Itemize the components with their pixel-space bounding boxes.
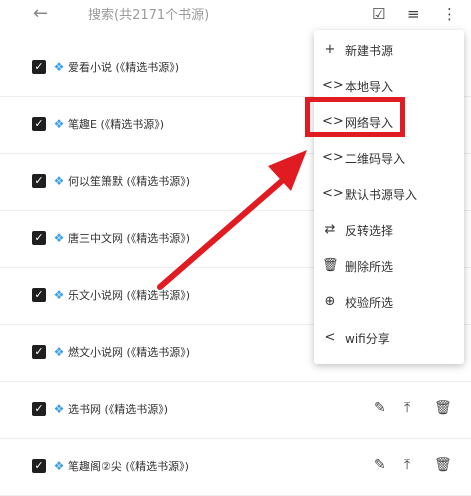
annotation-arrow xyxy=(157,150,307,290)
source-icon: ❖ xyxy=(53,459,65,473)
delete-icon[interactable]: 🗑 xyxy=(434,457,452,473)
move-top-icon[interactable]: ⤒ xyxy=(404,457,410,473)
edit-icon[interactable]: ✎ xyxy=(374,457,386,473)
annotation-arrow-shaft xyxy=(157,177,286,290)
source-label: 笔趣阁②尖 (《精选书源》) xyxy=(68,460,189,473)
checkbox-checked-icon[interactable]: ✓ xyxy=(32,459,46,473)
